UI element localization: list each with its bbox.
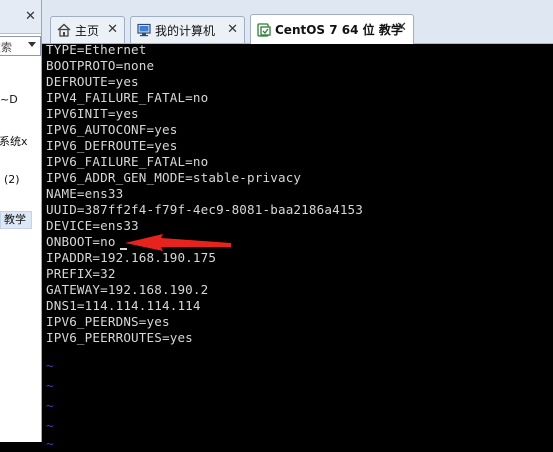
- text-cursor: [120, 248, 127, 250]
- tab-home[interactable]: 主页 ✕: [50, 16, 125, 43]
- sidebar-item-selected[interactable]: 教学: [0, 211, 32, 229]
- tab-centos-vm[interactable]: CentOS 7 64 位 教学 ✕: [250, 14, 414, 44]
- empty-line-tilde: ~: [46, 378, 54, 393]
- config-line: BOOTPROTO=none: [46, 58, 155, 73]
- sidebar-item[interactable]: ~D: [0, 93, 18, 106]
- tab-bar: 主页 ✕ 我的计算机 ✕ CentOS 7 64 位 教学 ✕: [42, 0, 553, 44]
- tab-close-icon[interactable]: ✕: [107, 22, 118, 37]
- config-line: UUID=387ff2f4-f79f-4ec9-8081-baa2186a415…: [46, 202, 364, 217]
- config-line: IPV6_ADDR_GEN_MODE=stable-privacy: [46, 170, 302, 185]
- sidebar-header: ✕: [0, 0, 41, 34]
- config-line: IPV6_FAILURE_FATAL=no: [46, 154, 209, 169]
- vm-icon: [257, 22, 271, 37]
- sidebar-item[interactable]: (2): [4, 173, 20, 186]
- config-line: IPV6_PEERROUTES=yes: [46, 330, 193, 345]
- config-line: NAME=ens33: [46, 186, 124, 201]
- tab-my-computer[interactable]: 我的计算机 ✕: [130, 16, 245, 43]
- config-line: IPV4_FAILURE_FATAL=no: [46, 90, 209, 105]
- tab-centos-vm-label: CentOS 7 64 位 教学: [275, 23, 403, 37]
- sidebar-search-text: 搜索: [0, 41, 12, 54]
- empty-line-tilde: ~: [46, 358, 54, 373]
- config-line: IPV6_AUTOCONF=yes: [46, 122, 178, 137]
- config-line: IPV6_PEERDNS=yes: [46, 314, 170, 329]
- config-line: DEFROUTE=yes: [46, 74, 139, 89]
- config-line: TYPE=Ethernet: [46, 42, 147, 57]
- config-line: IPV6_DEFROUTE=yes: [46, 138, 178, 153]
- tab-home-label: 主页: [75, 23, 100, 38]
- tab-close-icon[interactable]: ✕: [396, 20, 407, 35]
- config-line-onboot: ONBOOT=no: [46, 234, 116, 249]
- config-line: PREFIX=32: [46, 266, 116, 281]
- arrow-shape: [125, 234, 231, 251]
- config-line: DNS1=114.114.114.114: [46, 298, 201, 313]
- tab-close-icon[interactable]: ✕: [227, 22, 238, 37]
- home-icon: [57, 23, 71, 37]
- config-line: DEVICE=ens33: [46, 218, 139, 233]
- config-line: IPV6INIT=yes: [46, 106, 139, 121]
- computer-icon: [137, 23, 151, 37]
- empty-line-tilde: ~: [46, 398, 54, 413]
- chevron-down-icon: [28, 42, 36, 47]
- tab-my-computer-label: 我的计算机: [155, 23, 216, 38]
- library-sidebar: ✕ 搜索 ~D l系统x (2) 教学: [0, 0, 42, 442]
- sidebar-search-dropdown[interactable]: 搜索: [0, 36, 41, 56]
- sidebar-close-button[interactable]: ✕: [25, 10, 36, 24]
- sidebar-item[interactable]: l系统x: [0, 133, 28, 149]
- config-line: IPADDR=192.168.190.175: [46, 250, 217, 265]
- vm-console-terminal[interactable]: TYPE=Ethernet BOOTPROTO=none DEFROUTE=ye…: [43, 42, 553, 451]
- empty-line-tilde: ~: [46, 418, 54, 433]
- empty-line-tilde: ~: [46, 436, 54, 451]
- config-line: GATEWAY=192.168.190.2: [46, 282, 209, 297]
